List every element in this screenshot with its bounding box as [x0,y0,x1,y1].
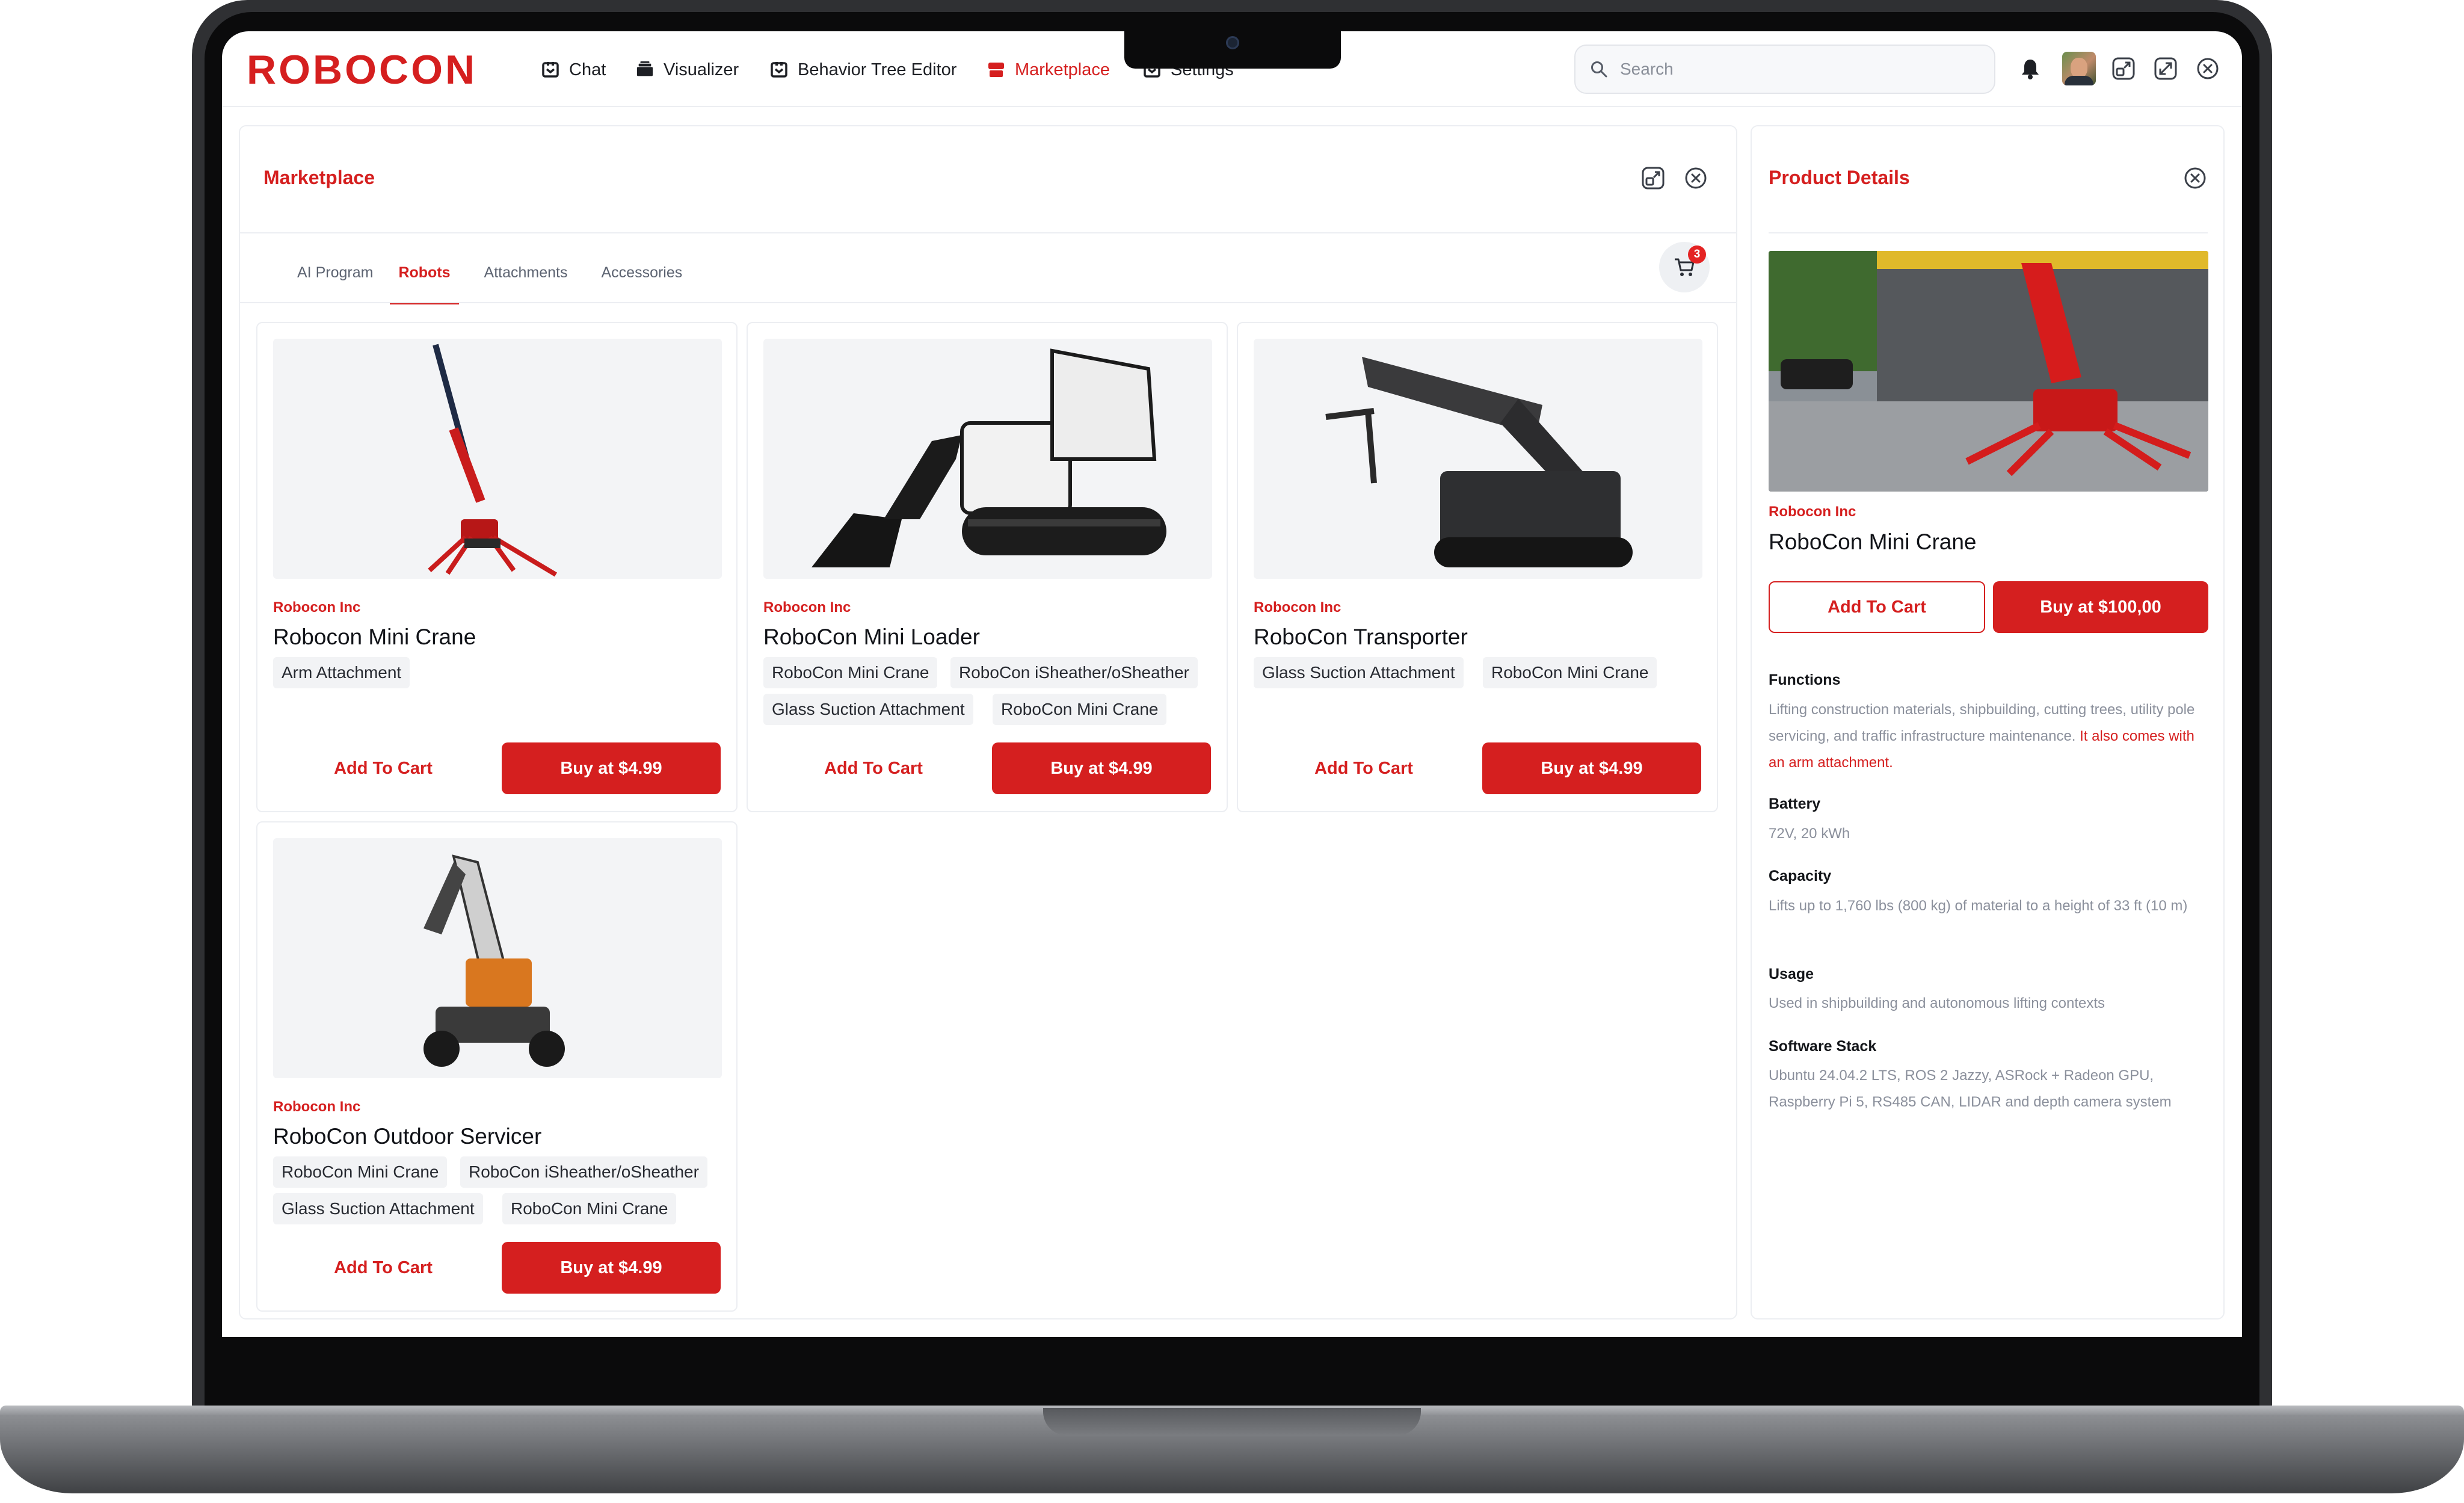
product-name: RoboCon Outdoor Servicer [273,1124,542,1149]
product-name: Robocon Mini Crane [273,625,476,649]
product-name: RoboCon Transporter [1254,625,1468,649]
details-add-to-cart-button[interactable]: Add To Cart [1769,581,1985,633]
product-image [273,339,722,579]
nav-visualizer[interactable]: Visualizer [636,54,739,85]
product-image [763,339,1212,579]
nav-marketplace[interactable]: Marketplace [987,54,1110,85]
functions-text: Lifting construction materials, shipbuil… [1769,697,2214,776]
functions-heading: Functions [1769,671,1841,688]
tab-attachments[interactable]: Attachments [459,253,585,304]
search-box[interactable] [1574,45,1995,94]
details-close-icon[interactable] [2182,165,2208,191]
tree-icon [770,61,788,79]
popout-icon[interactable] [1640,165,1666,191]
search-input[interactable] [1619,59,1958,79]
product-tag: RoboCon Mini Crane [993,694,1167,725]
product-image [273,838,722,1078]
close-circle-icon[interactable] [2194,55,2221,82]
software-stack-text: Ubuntu 24.04.2 LTS, ROS 2 Jazzy, ASRock … [1769,1067,2172,1110]
details-header-divider [1769,232,2208,233]
product-tag: Glass Suction Attachment [273,1193,483,1224]
product-vendor: Robocon Inc [763,599,851,616]
marketplace-close-icon[interactable] [1683,165,1709,191]
usage-text: Used in shipbuilding and autonomous lift… [1769,995,2105,1011]
product-vendor: Robocon Inc [273,1099,361,1115]
product-tag: Arm Attachment [273,657,410,688]
details-buy-button[interactable]: Buy at $100,00 [1993,581,2208,633]
capacity-text: Lifts up to 1,760 lbs (800 kg) of materi… [1769,898,2188,914]
tab-bar: AI Program Robots Attachments Accessorie… [280,253,699,304]
visualizer-icon [636,61,654,79]
nav-chat-label: Chat [569,60,606,79]
details-product-image [1769,251,2208,492]
nav-marketplace-label: Marketplace [1015,60,1110,79]
robocon-logo[interactable]: ROBOCON [247,48,477,91]
product-vendor: Robocon Inc [273,599,361,616]
add-to-cart-button[interactable]: Add To Cart [274,742,492,794]
product-vendor: Robocon Inc [1254,599,1341,616]
product-tag: RoboCon Mini Crane [502,1193,677,1224]
product-tag: RoboCon iSheather/oSheather [950,657,1198,688]
add-to-cart-button[interactable]: Add To Cart [274,1242,492,1294]
buy-button[interactable]: Buy at $4.99 [1482,742,1701,794]
tab-accessories[interactable]: Accessories [585,253,700,304]
layout-icon[interactable] [2110,55,2137,82]
buy-button[interactable]: Buy at $4.99 [992,742,1211,794]
tab-robots[interactable]: Robots [390,253,459,304]
product-tag: RoboCon iSheather/oSheather [460,1156,707,1188]
camera-lens [1226,36,1239,49]
cart-count-badge: 3 [1688,245,1706,264]
add-to-cart-button[interactable]: Add To Cart [1255,742,1473,794]
capacity-heading: Capacity [1769,868,1832,884]
product-tag: RoboCon Mini Crane [273,1156,448,1188]
bell-icon[interactable] [2017,55,2044,82]
panel-header-divider [240,232,1736,233]
nav-behavior-tree-editor-label: Behavior Tree Editor [798,60,957,79]
battery-text: 72V, 20 kWh [1769,826,1850,842]
chat-icon [541,61,559,79]
details-product-name: RoboCon Mini Crane [1769,529,1977,554]
header-divider [222,106,2242,107]
tab-ai-program[interactable]: AI Program [280,253,390,304]
nav-chat[interactable]: Chat [541,54,606,85]
expand-icon[interactable] [2152,55,2179,82]
battery-heading: Battery [1769,795,1821,812]
buy-button[interactable]: Buy at $4.99 [502,742,721,794]
nav-visualizer-label: Visualizer [664,60,739,79]
details-vendor: Robocon Inc [1769,504,1856,520]
tab-divider [240,302,1736,303]
product-name: RoboCon Mini Loader [763,625,980,649]
search-icon [1591,61,1607,78]
laptop-opening-notch [1043,1408,1421,1436]
product-tag: Glass Suction Attachment [763,694,973,725]
avatar[interactable] [2062,52,2096,85]
usage-heading: Usage [1769,966,1814,983]
store-icon [987,61,1005,79]
buy-button[interactable]: Buy at $4.99 [502,1242,721,1294]
marketplace-title: Marketplace [263,167,375,188]
add-to-cart-button[interactable]: Add To Cart [765,742,982,794]
product-tag: RoboCon Mini Crane [1483,657,1657,688]
product-image [1254,339,1702,579]
software-stack-heading: Software Stack [1769,1038,1877,1055]
product-tag: RoboCon Mini Crane [763,657,938,688]
product-details-title: Product Details [1769,167,1910,188]
nav-behavior-tree-editor[interactable]: Behavior Tree Editor [770,54,956,85]
product-tag: Glass Suction Attachment [1254,657,1464,688]
